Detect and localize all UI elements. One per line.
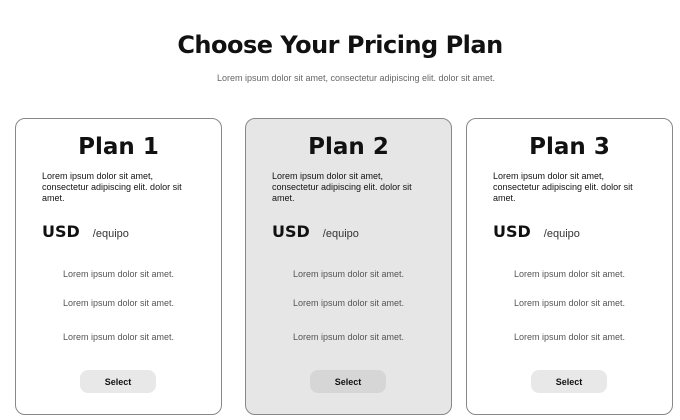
select-plan-2-button[interactable]: Select [310, 370, 386, 393]
plan-price: USD/equipo [493, 222, 580, 241]
plan-feature: Lorem ipsum dolor sit amet. [513, 332, 626, 342]
plan-feature: Lorem ipsum dolor sit amet. [292, 298, 405, 308]
plan-name: Plan 3 [529, 134, 610, 160]
plan-feature: Lorem ipsum dolor sit amet. [292, 269, 405, 279]
plan-period: /equipo [92, 228, 129, 240]
plan-feature: Lorem ipsum dolor sit amet. [513, 298, 626, 308]
plan-period: /equipo [543, 228, 580, 240]
plan-card-3: Plan 3 Lorem ipsum dolor sit amet, conse… [466, 118, 673, 415]
plan-price: USD/equipo [272, 222, 359, 241]
select-plan-1-button[interactable]: Select [80, 370, 156, 393]
page-title: Choose Your Pricing Plan [177, 31, 503, 59]
plan-description: Lorem ipsum dolor sit amet, consectetur … [272, 171, 412, 203]
plan-description: Lorem ipsum dolor sit amet, consectetur … [42, 171, 182, 203]
select-plan-3-button[interactable]: Select [531, 370, 607, 393]
plan-price: USD/equipo [42, 222, 129, 241]
page-subtitle: Lorem ipsum dolor sit amet, consectetur … [216, 73, 496, 83]
plan-currency: USD [272, 222, 310, 241]
plan-card-1: Plan 1 Lorem ipsum dolor sit amet, conse… [15, 118, 222, 415]
plan-feature: Lorem ipsum dolor sit amet. [62, 269, 175, 279]
plan-feature: Lorem ipsum dolor sit amet. [62, 298, 175, 308]
plan-feature: Lorem ipsum dolor sit amet. [513, 269, 626, 279]
plan-period: /equipo [322, 228, 359, 240]
plan-feature: Lorem ipsum dolor sit amet. [62, 332, 175, 342]
plan-card-2: Plan 2 Lorem ipsum dolor sit amet, conse… [245, 118, 452, 415]
plan-currency: USD [42, 222, 80, 241]
plan-feature: Lorem ipsum dolor sit amet. [292, 332, 405, 342]
plan-name: Plan 1 [78, 134, 159, 160]
plan-name: Plan 2 [308, 134, 389, 160]
plan-currency: USD [493, 222, 531, 241]
plan-description: Lorem ipsum dolor sit amet, consectetur … [493, 171, 633, 203]
